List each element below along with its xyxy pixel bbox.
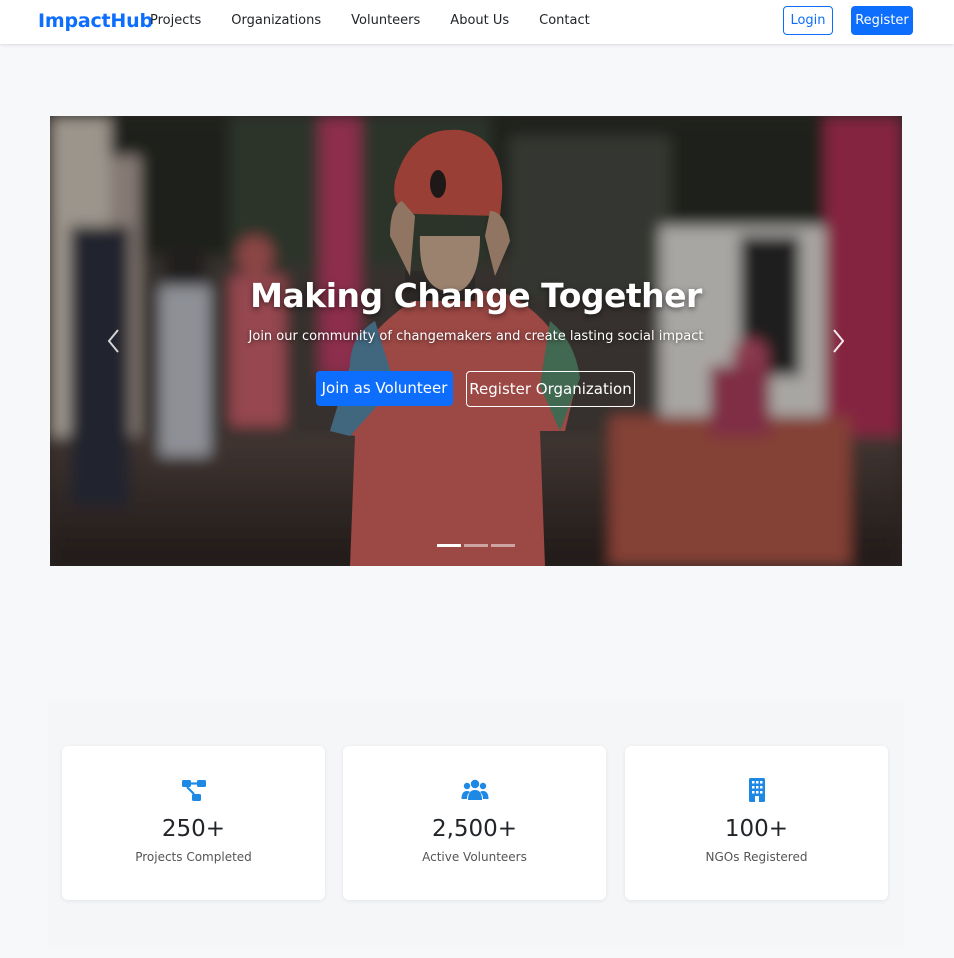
- stat-label: Active Volunteers: [422, 850, 527, 864]
- stat-label: Projects Completed: [135, 850, 252, 864]
- hero-carousel: Making Change Together Join our communit…: [50, 116, 902, 566]
- carousel-indicator-3[interactable]: [491, 544, 515, 547]
- carousel-indicators: [437, 544, 518, 547]
- carousel-indicator-1[interactable]: [437, 544, 461, 547]
- hero-title: Making Change Together: [250, 276, 702, 315]
- nav-link-contact[interactable]: Contact: [539, 13, 590, 28]
- nav-link-organizations[interactable]: Organizations: [231, 13, 321, 28]
- nav-link-volunteers[interactable]: Volunteers: [351, 13, 420, 28]
- stat-label: NGOs Registered: [705, 850, 808, 864]
- nav-link-about-us[interactable]: About Us: [450, 13, 509, 28]
- register-button[interactable]: Register: [851, 6, 913, 35]
- login-button[interactable]: Login: [783, 6, 833, 35]
- users-icon: [461, 779, 488, 800]
- chevron-right-icon: [833, 329, 845, 353]
- brand-logo[interactable]: ImpactHub: [38, 10, 153, 32]
- stat-value: 250+: [161, 816, 226, 842]
- project-diagram-icon: [181, 780, 206, 801]
- building-icon: [748, 778, 765, 802]
- carousel-next-button[interactable]: [828, 326, 848, 356]
- nav-link-projects[interactable]: Projects: [150, 13, 201, 28]
- stat-card-projects: 250+ Projects Completed: [62, 746, 325, 900]
- stat-value: 2,500+: [431, 816, 518, 842]
- nav-links: Projects Organizations Volunteers About …: [150, 13, 620, 28]
- carousel-indicator-2[interactable]: [464, 544, 488, 547]
- carousel-prev-button[interactable]: [104, 326, 124, 356]
- chevron-left-icon: [107, 329, 119, 353]
- stat-card-volunteers: 2,500+ Active Volunteers: [343, 746, 606, 900]
- hero-subtitle: Join our community of changemakers and c…: [248, 329, 704, 344]
- join-as-volunteer-button[interactable]: Join as Volunteer: [316, 371, 453, 406]
- stat-card-ngos: 100+ NGOs Registered: [625, 746, 888, 900]
- stat-value: 100+: [724, 816, 789, 842]
- top-navbar: ImpactHub Projects Organizations Volunte…: [0, 0, 954, 44]
- register-organization-button[interactable]: Register Organization: [466, 371, 635, 407]
